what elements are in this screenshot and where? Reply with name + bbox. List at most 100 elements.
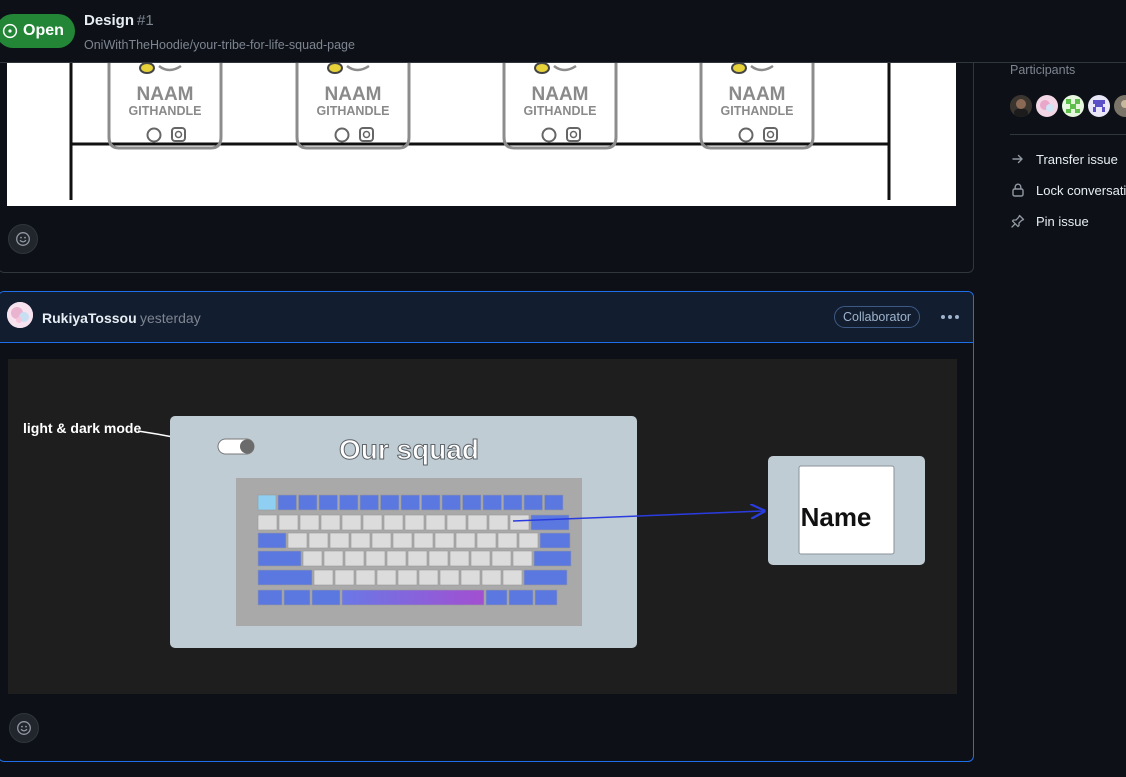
participant-avatar[interactable] <box>1062 95 1084 117</box>
keyboard-key <box>428 550 449 567</box>
keyboard-key <box>434 532 455 549</box>
issue-opened-icon <box>2 23 18 39</box>
keyboard-key <box>467 514 488 531</box>
keyboard-key <box>341 514 362 531</box>
keyboard-key <box>278 514 299 531</box>
wireframe-name-label: NAAM <box>137 84 194 105</box>
keyboard-key <box>491 550 512 567</box>
keyboard-key <box>302 550 323 567</box>
keyboard-key <box>539 532 571 549</box>
mockup-heading: Our squad <box>339 434 479 465</box>
collaborator-badge: Collaborator <box>834 306 921 328</box>
comment-card-rukiya: RukiyaTossou yesterday Collaborator ligh… <box>0 291 974 762</box>
github-icon <box>738 127 754 143</box>
instagram-icon <box>359 127 374 142</box>
keyboard-key <box>380 494 400 511</box>
wireframe-handle-label: GITHANDLE <box>317 104 390 118</box>
comment-header: RukiyaTossou yesterday Collaborator <box>0 292 973 343</box>
issue-status-badge: Open <box>0 14 75 48</box>
participant-avatar[interactable] <box>1010 95 1032 117</box>
keyboard-key <box>523 494 543 511</box>
add-reaction-button[interactable] <box>8 224 38 254</box>
repo-path-link[interactable]: OniWithTheHoodie/your-tribe-for-life-squ… <box>84 38 355 52</box>
name-card-label: Name <box>801 502 872 532</box>
keyboard-key <box>329 532 350 549</box>
keyboard-key <box>476 532 497 549</box>
kebab-dot <box>941 315 945 319</box>
comment-image-mockup[interactable]: light & dark mode Our squad Name <box>8 359 957 694</box>
keyboard-key <box>257 494 277 511</box>
keyboard-key <box>509 514 530 531</box>
issue-title-text: Design <box>84 12 135 29</box>
keyboard-key <box>449 550 470 567</box>
keyboard-key <box>446 514 467 531</box>
comment-image-wireframe[interactable]: NAAM GITHANDLE NAAM GITHANDLE NAAM GITHANDLE N… <box>7 62 956 206</box>
keyboard-key <box>425 514 446 531</box>
wireframe-profile-card: NAAMGITHANDLE <box>699 62 815 150</box>
keyboard-key <box>298 494 318 511</box>
keyboard-key <box>257 589 283 606</box>
participants-label: Participants <box>1010 63 1076 77</box>
participant-avatar[interactable] <box>1088 95 1110 117</box>
participant-avatar[interactable] <box>1114 95 1126 117</box>
transfer-issue-button[interactable]: Transfer issue <box>1010 149 1118 169</box>
keyboard-key <box>488 514 509 531</box>
arrow-right-icon <box>1012 154 1023 164</box>
keyboard-key <box>485 589 508 606</box>
keyboard-key <box>323 550 344 567</box>
keyboard-key <box>418 569 439 586</box>
comment-author[interactable]: RukiyaTossou <box>42 310 137 326</box>
keyboard-key <box>544 494 564 511</box>
keyboard-key <box>404 514 425 531</box>
smiley-icon <box>16 232 30 246</box>
keyboard-key <box>283 589 311 606</box>
keyboard-key <box>339 494 359 511</box>
keyboard-key <box>365 550 386 567</box>
keyboard-key <box>320 514 341 531</box>
lock-conversation-button[interactable]: Lock conversation <box>1010 180 1126 200</box>
keyboard-key <box>355 569 376 586</box>
annotation-label: light & dark mode <box>23 420 141 436</box>
issue-title[interactable]: Design #1 <box>84 12 154 29</box>
wireframe-profile-card: NAAMGITHANDLE <box>107 62 223 150</box>
keyboard-key <box>533 550 572 567</box>
keyboard-key <box>313 569 334 586</box>
keyboard-key <box>308 532 329 549</box>
keyboard-key <box>257 514 278 531</box>
keyboard-key <box>359 494 379 511</box>
keyboard-key <box>341 589 485 606</box>
wireframe-handle-label: GITHANDLE <box>129 104 202 118</box>
keyboard-key <box>439 569 460 586</box>
add-reaction-button[interactable] <box>9 713 39 743</box>
keyboard-key <box>350 532 371 549</box>
keyboard-key <box>523 569 568 586</box>
keyboard-key <box>299 514 320 531</box>
keyboard-key <box>455 532 476 549</box>
keyboard-key <box>400 494 420 511</box>
keyboard-key <box>441 494 461 511</box>
avatar[interactable] <box>7 302 33 328</box>
comment-options-button[interactable] <box>937 308 963 326</box>
github-icon <box>541 127 557 143</box>
issue-status-label: Open <box>23 22 64 39</box>
comment-timestamp[interactable]: yesterday <box>140 310 201 326</box>
sticky-issue-header: Open Design #1 OniWithTheHoodie/your-trib… <box>0 0 1126 63</box>
kebab-dot <box>955 315 959 319</box>
lock-icon <box>1012 183 1024 197</box>
keyboard-key <box>460 569 481 586</box>
keyboard-key <box>497 532 518 549</box>
pin-issue-button[interactable]: Pin issue <box>1010 211 1089 231</box>
keyboard-key <box>257 550 302 567</box>
instagram-icon <box>171 127 186 142</box>
wireframe-handle-label: GITHANDLE <box>721 104 794 118</box>
participant-avatar[interactable] <box>1036 95 1058 117</box>
wireframe-name-label: NAAM <box>325 84 382 105</box>
keyboard-key <box>512 550 533 567</box>
instagram-icon <box>566 127 581 142</box>
keyboard-key <box>386 550 407 567</box>
keyboard-key <box>287 532 308 549</box>
keyboard-key <box>311 589 341 606</box>
keyboard-key <box>462 494 482 511</box>
pin-issue-label: Pin issue <box>1036 213 1089 229</box>
sidebar-divider <box>1010 134 1126 135</box>
